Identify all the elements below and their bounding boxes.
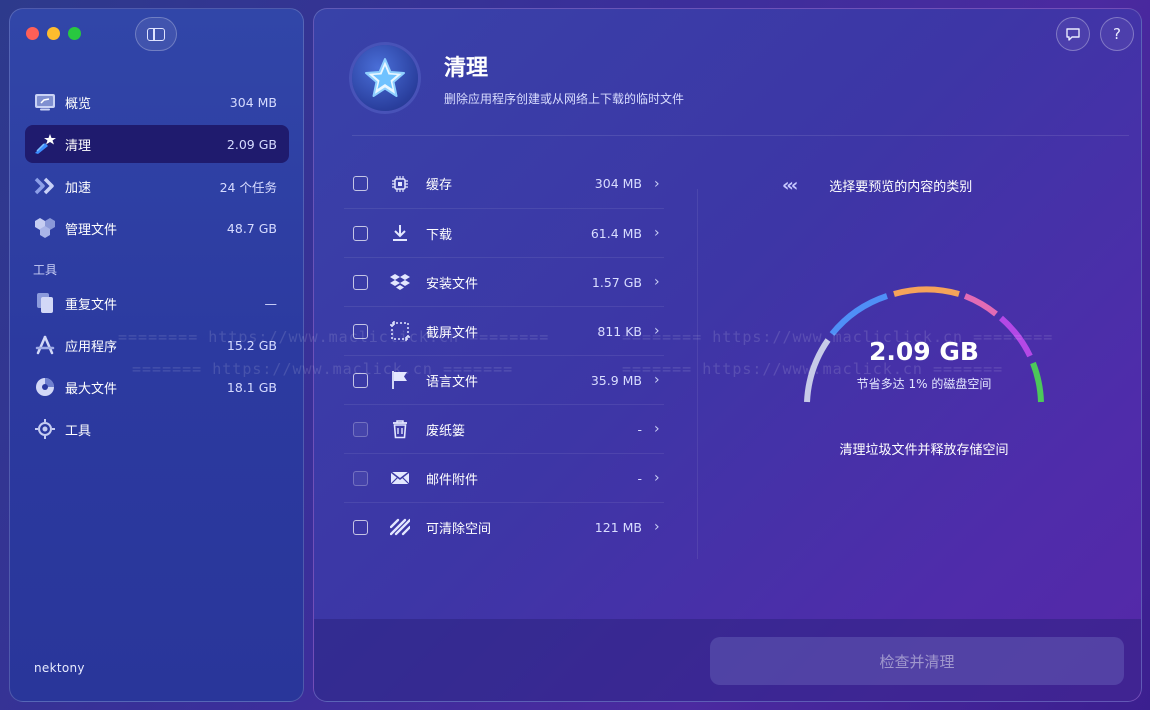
page-subtitle: 删除应用程序创建或从网络上下载的临时文件 [444,91,685,106]
category-label: 邮件附件 [426,472,479,488]
category-size: - [637,421,642,437]
page-header: 清理 删除应用程序创建或从网络上下载的临时文件 [352,45,684,111]
category-checkbox[interactable] [353,274,368,290]
brand-logo: nektony [34,661,85,675]
sidebar-item-speedup[interactable]: 加速 24 个任务 [25,167,289,205]
window-controls [26,27,81,40]
gauge-segment-pink [963,293,998,317]
sidebar-item-value: — [264,295,278,311]
speedup-icon [33,174,57,198]
category-row-installers[interactable]: 安装文件 1.57 GB › [344,257,664,306]
chevron-right-icon: › [654,175,660,192]
overview-icon [33,90,57,114]
duplicate-files-icon [33,291,57,315]
sidebar-item-value: 2.09 GB [226,136,277,152]
category-row-cache[interactable]: 缓存 304 MB › [344,159,664,208]
sidebar-item-label: 清理 [65,138,92,154]
chevron-right-icon: › [654,421,660,437]
download-icon [388,221,412,245]
preview-header: ‹‹‹ 选择要预览的内容的类别 [782,175,972,196]
sidebar-item-manage-files[interactable]: 管理文件 48.7 GB [25,209,289,247]
category-label: 下载 [426,227,453,243]
category-label: 缓存 [426,178,453,193]
cleanup-icon [33,132,57,156]
watermark-text: ======= https://www.maclick.cn ======= [622,360,1004,378]
sidebar-item-duplicate-files[interactable]: 重复文件 — [25,284,289,322]
sidebar-item-label: 概览 [65,96,92,112]
chevron-right-icon: › [654,519,660,535]
review-and-clean-button[interactable]: 检查并清理 [710,637,1124,685]
category-size: 61.4 MB [590,225,642,241]
category-label: 废纸篓 [426,423,466,439]
page-title: 清理 [444,55,489,81]
triple-chevron-left-icon: ‹‹‹ [782,175,798,196]
sidebar-item-value: 48.7 GB [226,220,277,236]
preview-title: 选择要预览的内容的类别 [829,180,973,195]
manage-files-icon [33,216,57,240]
category-list: 缓存 304 MB › 下载 61.4 MB › 安装文件 1.57 GB › [344,159,664,551]
sidebar: 概览 304 MB 清理 2.09 GB 加速 24 个任务 管理文件 48.7… [9,8,304,702]
category-size: 304 MB [594,176,642,191]
category-checkbox [353,470,368,486]
chevron-right-icon: › [654,274,660,290]
sidebar-icon [147,27,165,41]
help-button[interactable]: ? [1100,17,1134,51]
category-size: 121 MB [594,519,642,535]
sidebar-item-value: 18.1 GB [226,379,277,395]
sidebar-item-value: 24 个任务 [219,179,277,195]
chevron-right-icon: › [654,470,660,486]
cache-chip-icon [388,172,412,196]
largest-files-icon [33,375,57,399]
sidebar-item-cleanup[interactable]: 清理 2.09 GB [25,125,289,163]
category-size: 1.57 GB [591,274,642,290]
sidebar-item-tools[interactable]: 工具 [25,410,289,448]
sidebar-item-label: 加速 [65,180,92,196]
chevron-right-icon: › [654,225,660,241]
trash-icon [388,417,412,441]
category-size: - [637,470,642,486]
footer-bar: 检查并清理 [314,619,1141,701]
purgeable-icon [388,515,412,539]
sidebar-toggle-button[interactable] [135,17,177,51]
sidebar-nav: 概览 304 MB 清理 2.09 GB 加速 24 个任务 管理文件 48.7… [25,83,289,452]
category-row-purgeable-space[interactable]: 可清除空间 121 MB › [344,502,664,551]
category-row-downloads[interactable]: 下载 61.4 MB › [344,208,664,257]
category-checkbox[interactable] [353,176,368,191]
gauge-caption: 清理垃圾文件并释放存储空间 [839,443,1009,458]
tools-section-label: 工具 [33,263,58,277]
sidebar-item-label: 管理文件 [65,222,118,238]
category-label: 可清除空间 [426,521,492,537]
header-divider [352,135,1129,136]
star-badge-icon [352,45,418,111]
category-checkbox[interactable] [353,225,368,241]
watermark-text: ======= https://www.maclick.cn ======= [132,360,514,378]
category-row-mail-attachments[interactable]: 邮件附件 - › [344,453,664,502]
mail-icon [388,466,412,490]
close-window-button[interactable] [26,27,39,40]
installer-dropbox-icon [388,270,412,294]
sidebar-item-value: 304 MB [229,94,277,110]
feedback-button[interactable] [1056,17,1090,51]
tools-icon [33,417,57,441]
applications-icon [33,333,57,357]
chat-bubble-icon [1066,27,1080,41]
watermark-text: ======== https://www.macliclick.cn =====… [622,328,1054,346]
main-panel: ? 清理 删除应用程序创建或从网络上下载的临时文件 缓存 304 MB › 下载… [313,8,1142,702]
category-label: 安装文件 [426,276,479,292]
zoom-window-button[interactable] [68,27,81,40]
sidebar-item-overview[interactable]: 概览 304 MB [25,83,289,121]
question-mark-icon: ? [1113,25,1121,43]
category-checkbox [353,421,368,437]
category-row-trash[interactable]: 废纸篓 - › [344,404,664,453]
gauge-segment-orange [893,286,960,297]
category-checkbox[interactable] [353,519,368,535]
sidebar-item-label: 重复文件 [65,297,118,313]
watermark-text: ======== https://www.macliclick.cn =====… [118,328,550,346]
sidebar-item-label: 最大文件 [65,381,118,397]
sidebar-item-label: 工具 [65,423,92,439]
minimize-window-button[interactable] [47,27,60,40]
